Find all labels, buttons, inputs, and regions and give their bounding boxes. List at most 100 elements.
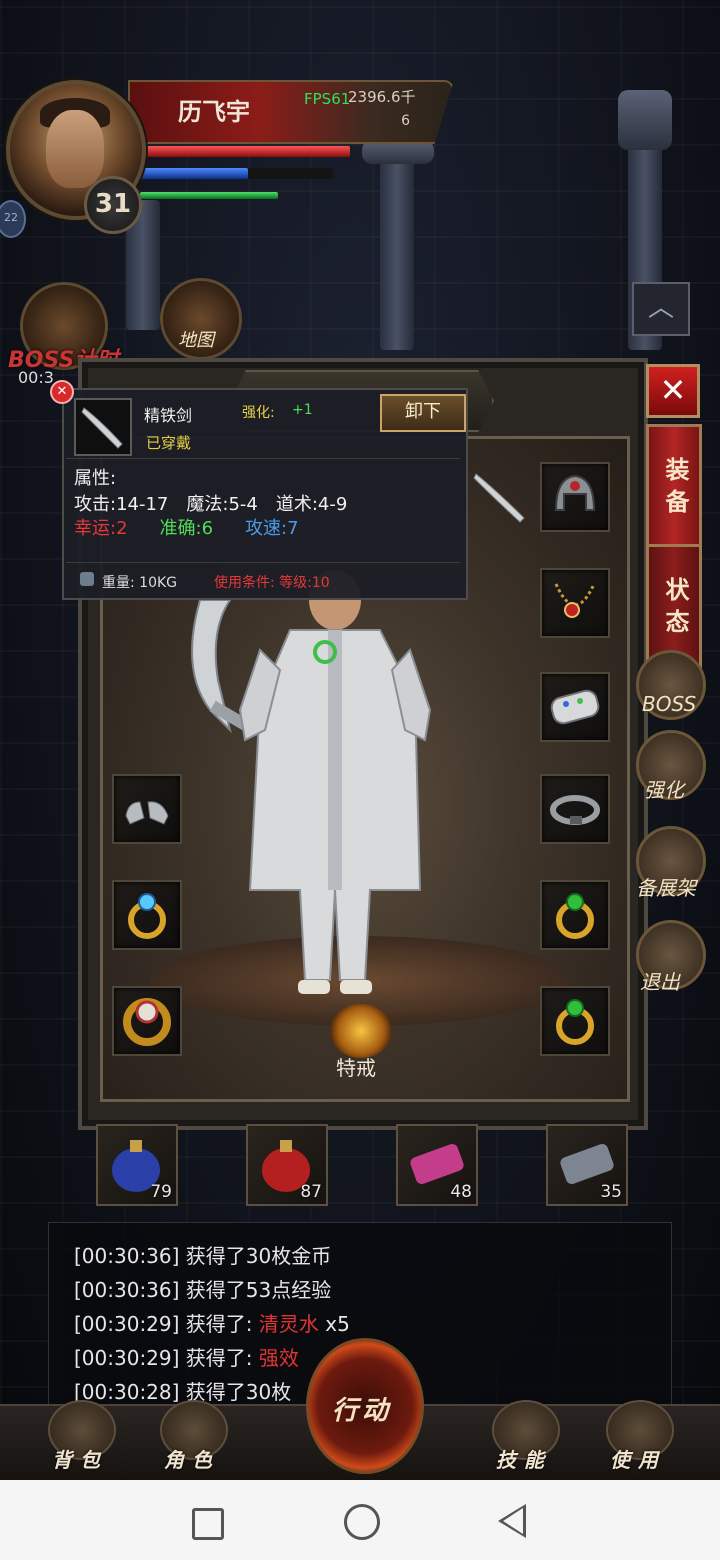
character-label: 角色 <box>164 1448 220 1472</box>
character-model <box>191 570 432 994</box>
log-entry: [00:30:36] 获得了53点经验 <box>74 1274 331 1303</box>
helmet-icon <box>554 474 596 511</box>
left-bracelet-slot[interactable] <box>112 986 182 1056</box>
sword-icon <box>81 407 123 449</box>
tooltip-equipped-status: 已穿戴 <box>146 434 192 452</box>
fps-counter: FPS61 <box>304 90 351 108</box>
map-label: 地图 <box>178 330 214 351</box>
gold-amount: 2396.6千 <box>348 88 416 106</box>
log-entry: [00:30:36] 获得了30枚金币 <box>74 1240 331 1269</box>
boots-slot[interactable] <box>112 774 182 844</box>
collapse-up-button[interactable]: ︿ <box>632 282 690 336</box>
log-text: 获得了: <box>185 1346 259 1370</box>
magic-stat: 魔法:5-4 <box>186 494 258 515</box>
log-text: 获得了: <box>185 1312 259 1336</box>
weapon-slot[interactable] <box>466 462 536 532</box>
character-button[interactable]: 角色 <box>142 1394 242 1478</box>
tooltip-close-button[interactable]: ✕ <box>50 380 74 404</box>
necklace-slot[interactable] <box>540 568 610 638</box>
tooltip-weight: 重量: 10KG <box>102 575 178 591</box>
log-text: 获得了53点经验 <box>185 1278 332 1302</box>
taoism-stat: 道术:4-9 <box>275 494 348 515</box>
special-ring-label: 特戒 <box>336 1056 376 1080</box>
helmet-slot[interactable] <box>540 462 610 532</box>
right-ring-slot[interactable] <box>540 880 610 950</box>
log-time: [00:30:36] <box>74 1278 180 1302</box>
use-label: 使用 <box>610 1448 666 1472</box>
item-count: 48 <box>450 1182 472 1202</box>
boss-side-label: BOSS <box>642 692 697 716</box>
log-entry: [00:30:29] 获得了: 强效 <box>74 1342 299 1371</box>
character-right-boot <box>340 980 372 994</box>
ring-icon <box>128 893 166 939</box>
item-count: 79 <box>150 1182 172 1202</box>
tab-equipment[interactable]: 装备 <box>646 424 702 554</box>
right-bracelet-slot[interactable] <box>540 986 610 1056</box>
showcase-side-label: 备展架 <box>636 876 696 900</box>
recent-apps-icon[interactable] <box>192 1508 224 1540</box>
use-button[interactable]: 使用 <box>588 1394 688 1478</box>
player-name: 历飞宇 <box>178 98 250 126</box>
tooltip-attribute-row: 幸运:2 准确:6 攻速:7 <box>74 514 299 540</box>
mp-bar-empty <box>248 168 333 179</box>
close-button[interactable]: ✕ <box>646 364 700 418</box>
bracelet-icon <box>550 689 600 725</box>
player-level-badge: 31 <box>84 176 142 234</box>
ring-icon <box>556 999 594 1045</box>
quick-item-slot[interactable]: 35 <box>546 1124 628 1206</box>
unequip-button[interactable]: 卸下 <box>380 394 466 432</box>
luck-stat: 幸运:2 <box>74 518 128 539</box>
close-icon: ✕ <box>56 384 68 399</box>
log-time: [00:30:29] <box>74 1346 180 1370</box>
log-item: 强效 <box>258 1346 299 1370</box>
chevron-up-icon: ︿ <box>647 293 674 323</box>
back-icon-inner <box>503 1508 523 1534</box>
avatar-face <box>46 110 104 188</box>
skill-button[interactable]: 技能 <box>474 1394 574 1478</box>
belt-slot[interactable] <box>540 774 610 844</box>
quick-item-slot[interactable]: 87 <box>246 1124 328 1206</box>
bag-button[interactable]: 背包 <box>30 1394 130 1478</box>
exit-side-label: 退出 <box>640 970 680 994</box>
skill-label: 技能 <box>496 1448 552 1472</box>
attack-speed-stat: 攻速:7 <box>245 518 299 539</box>
tooltip-enhance-value: +1 <box>292 402 313 418</box>
ring-icon <box>556 893 594 939</box>
log-item: 清灵水 <box>258 1312 319 1336</box>
item-count: 87 <box>300 1182 322 1202</box>
log-entry: [00:30:29] 获得了: 清灵水 x5 <box>74 1308 350 1337</box>
stone-pillar <box>380 150 414 350</box>
weight-icon <box>80 572 94 586</box>
bracelet-slot[interactable] <box>540 672 610 742</box>
log-time: [00:30:29] <box>74 1312 180 1336</box>
sword-icon <box>473 473 525 523</box>
quick-item-slot[interactable]: 79 <box>96 1124 178 1206</box>
special-ring-icon[interactable] <box>330 1004 392 1058</box>
left-ring-slot[interactable] <box>112 880 182 950</box>
attack-stat: 攻击:14-17 <box>74 494 169 515</box>
tooltip-requirement: 使用条件: 等级:10 <box>214 575 330 591</box>
item-count: 35 <box>600 1182 622 1202</box>
tooltip-attribute-row: 攻击:14-17 魔法:5-4 道术:4-9 <box>74 490 365 516</box>
tooltip-item-name: 精铁剑 <box>144 406 193 425</box>
tooltip-divider <box>66 562 460 563</box>
mp-bar <box>136 168 248 179</box>
belt-icon <box>550 795 600 825</box>
character-left-boot <box>298 980 330 994</box>
tooltip-item-icon <box>74 398 132 456</box>
hp-bar <box>140 146 350 157</box>
home-icon[interactable] <box>344 1504 380 1540</box>
log-suffix: x5 <box>318 1312 350 1336</box>
boss-timer-value: 00:3 <box>18 368 54 387</box>
quick-item-slot[interactable]: 48 <box>396 1124 478 1206</box>
robe-seam <box>328 630 342 890</box>
boots-icon <box>125 801 169 825</box>
accuracy-stat: 准确:6 <box>159 518 214 539</box>
tooltip-enhance-label: 强化: <box>242 405 275 421</box>
close-icon: ✕ <box>659 371 687 409</box>
action-label: 行动 <box>332 1396 393 1426</box>
necklace-icon <box>554 583 596 618</box>
ingot-amount: 6 <box>401 113 410 129</box>
enhance-side-label: 强化 <box>644 778 684 802</box>
bag-label: 背包 <box>52 1448 108 1472</box>
